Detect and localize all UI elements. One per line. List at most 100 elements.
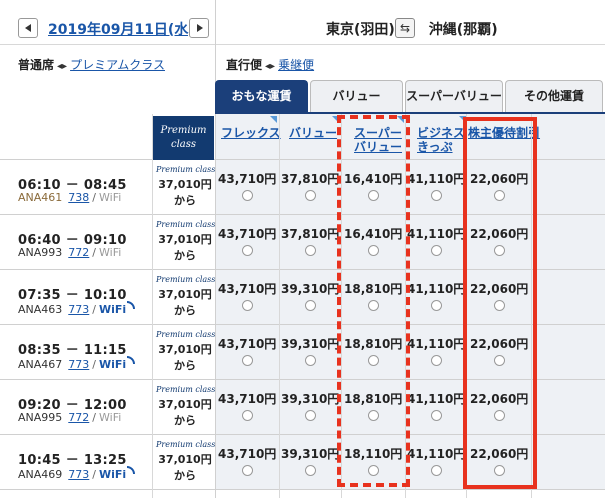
premium-fare-cell[interactable]: Premium class 37,010円 から (156, 165, 216, 208)
premium-fare-cell[interactable]: Premium class 37,010円 から (156, 275, 216, 318)
fare-price: 41,110円 (407, 447, 466, 461)
premium-class-label: Premium class (156, 165, 216, 174)
fare-price: 43,710円 (218, 337, 277, 351)
fare-price: 41,110円 (407, 282, 466, 296)
separator: / (92, 468, 96, 481)
route-type-options: 直行便 ◂▸ 乗継便 (226, 56, 314, 73)
fare-cell-flex: 43,710円 (218, 390, 276, 421)
tab-value[interactable]: バリュー (310, 80, 403, 113)
wifi-label: WiFi (99, 246, 122, 259)
super-value-highlight (337, 115, 410, 487)
next-day-button[interactable] (189, 18, 209, 38)
fare-radio[interactable] (430, 465, 442, 476)
premium-fare-cell[interactable]: Premium class 37,010円 から (156, 220, 215, 263)
fare-radio[interactable] (304, 190, 316, 201)
wifi-signal-icon (127, 301, 136, 309)
fare-price: 41,110円 (407, 337, 466, 351)
destination-label: 沖縄(那覇) (428, 22, 498, 38)
fare-price: 43,710円 (218, 392, 277, 406)
premium-from-label: から (174, 359, 196, 372)
corner-marker-icon (270, 116, 277, 123)
flight-number: ANA993 (18, 246, 63, 259)
tab-super-value[interactable]: スーパーバリュー (405, 80, 503, 113)
fare-price: 43,710円 (218, 172, 277, 186)
column-flex[interactable]: フレックス (221, 126, 281, 140)
premium-price: 37,010円 (158, 288, 212, 301)
fare-radio[interactable] (241, 245, 253, 256)
aircraft-link[interactable]: 773 (68, 303, 89, 316)
column-business[interactable]: ビジネス きっぷ (417, 126, 465, 154)
premium-badge-line2: class (170, 139, 197, 150)
premium-price: 37,010円 (158, 453, 212, 466)
aircraft-link[interactable]: 773 (68, 468, 89, 481)
aircraft-link[interactable]: 772 (68, 411, 89, 424)
fare-cell-business: 41,110円 (407, 280, 465, 311)
wifi-signal-icon (127, 466, 136, 474)
fare-price: 43,710円 (218, 447, 277, 461)
fare-cell-flex: 43,710円 (218, 170, 276, 201)
wifi-label: WiFi (99, 191, 122, 204)
fare-price: 39,310円 (281, 392, 340, 406)
nonstop-label: 直行便 (226, 58, 263, 72)
premium-fare-cell[interactable]: Premium class 37,010円 から (156, 385, 215, 428)
column-business-line1: ビジネス (417, 126, 466, 140)
fare-radio[interactable] (430, 355, 442, 366)
premium-fare-cell[interactable]: Premium class 37,010円 から (156, 440, 216, 483)
fare-radio[interactable] (430, 300, 442, 311)
fare-price: 41,110円 (407, 392, 466, 406)
fare-radio[interactable] (430, 245, 442, 256)
premium-from-label: から (174, 194, 196, 207)
fare-cell-flex: 43,710円 (218, 280, 276, 311)
fare-cell-value: 37,810円 (281, 225, 339, 256)
aircraft-link[interactable]: 773 (68, 358, 89, 371)
tab-other-fares[interactable]: その他運賃 (505, 80, 603, 113)
premium-class-label: Premium class (156, 275, 216, 284)
shareholder-highlight (463, 117, 537, 489)
premium-class-badge: Premium class (153, 116, 214, 160)
flight-info: ANA461 738/WiFi (18, 191, 121, 204)
fare-cell-business: 41,110円 (407, 335, 465, 366)
origin-label: 東京(羽田) (326, 22, 395, 38)
fare-cell-value: 39,310円 (281, 390, 339, 421)
fare-radio[interactable] (304, 355, 316, 366)
column-value[interactable]: バリュー (289, 126, 337, 140)
fare-radio[interactable] (241, 300, 253, 311)
aircraft-link[interactable]: 772 (68, 246, 89, 259)
fare-radio[interactable] (241, 355, 253, 366)
column-value-label: バリュー (289, 126, 338, 140)
date-link[interactable]: 2019年09月11日(水) (48, 19, 195, 39)
fare-radio[interactable] (430, 190, 442, 201)
connection-link[interactable]: 乗継便 (278, 58, 314, 72)
column-business-line2: きっぷ (417, 140, 453, 154)
aircraft-link[interactable]: 738 (68, 191, 89, 204)
premium-column-divider (152, 114, 153, 498)
premium-class-label: Premium class (156, 440, 216, 449)
swap-arrows-icon[interactable]: ⇆ (395, 18, 415, 38)
fare-radio[interactable] (304, 410, 316, 421)
premium-fare-cell[interactable]: Premium class 37,010円 から (156, 330, 215, 373)
date-route-bar: 2019年09月11日(水) 東京(羽田) 沖縄(那覇) ⇆ (0, 0, 605, 45)
fare-cell-value: 37,810円 (281, 170, 339, 201)
wifi-label: WiFi (99, 358, 127, 371)
separator: / (92, 303, 96, 316)
fare-radio[interactable] (241, 465, 253, 476)
flight-number: ANA995 (18, 411, 63, 424)
prev-day-button[interactable] (18, 18, 38, 38)
fare-radio[interactable] (241, 410, 253, 421)
fare-radio[interactable] (430, 410, 442, 421)
premium-from-label: から (174, 414, 196, 427)
seat-class-label: 普通席 (18, 58, 55, 72)
fare-price: 39,310円 (281, 447, 340, 461)
flight-number: ANA463 (18, 303, 63, 316)
wifi-label: WiFi (99, 468, 127, 481)
fare-radio[interactable] (304, 300, 316, 311)
premium-class-link[interactable]: プレミアムクラス (70, 58, 165, 72)
fare-radio[interactable] (304, 245, 316, 256)
fare-radio[interactable] (304, 465, 316, 476)
fare-cell-flex: 43,710円 (218, 335, 276, 366)
toggle-arrows-icon: ◂▸ (265, 61, 276, 72)
tab-main-fares[interactable]: おもな運賃 (215, 80, 308, 113)
fare-radio[interactable] (241, 190, 253, 201)
flight-info: ANA995 772/WiFi (18, 411, 121, 424)
fare-price: 43,710円 (218, 282, 277, 296)
